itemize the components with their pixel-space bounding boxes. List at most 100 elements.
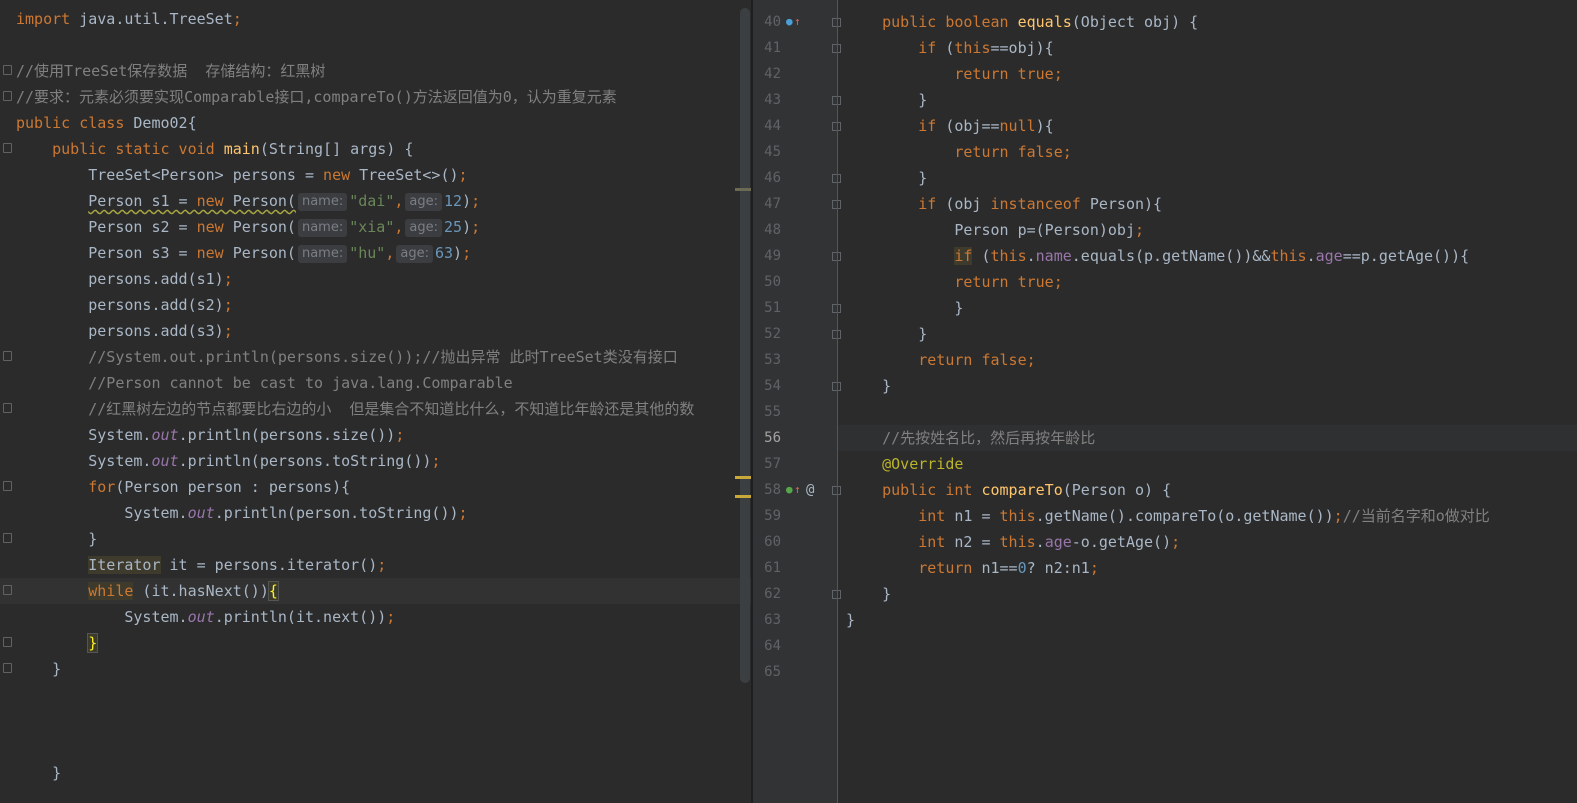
code-line[interactable] [753,633,1577,659]
code-line[interactable]: } [753,581,1577,607]
code-text: Person s3 = new Person(name: "hu", age: 63)… [16,240,471,266]
code-line[interactable]: } [753,373,1577,399]
code-line[interactable]: //Person cannot be cast to java.lang.Com… [0,370,752,396]
code-token: Person s3 = [16,244,197,262]
code-line[interactable] [753,399,1577,425]
code-line[interactable]: return n1==0? n2:n1; [753,555,1577,581]
code-line[interactable]: int n1 = this.getName().compareTo(o.getN… [753,503,1577,529]
code-line[interactable]: int n2 = this.age-o.getAge(); [753,529,1577,555]
code-line[interactable]: System.out.println(person.toString()); [0,500,752,526]
code-token: } [846,169,928,187]
code-line[interactable]: return false; [753,139,1577,165]
code-token: Iterator [88,556,161,574]
scrollbar-marker[interactable] [735,495,751,498]
code-line[interactable]: TreeSet<Person> persons = new TreeSet<>(… [0,162,752,188]
code-line[interactable]: persons.add(s2); [0,292,752,318]
code-line[interactable]: } [753,165,1577,191]
code-text: } [16,526,97,552]
code-line[interactable]: } [753,295,1577,321]
code-line[interactable] [0,708,752,734]
code-line[interactable]: //System.out.println(persons.size());//抛… [0,344,752,370]
code-token: (it.hasNext()) [133,582,269,600]
code-token: 12 [444,192,463,210]
fold-icon[interactable] [3,481,12,491]
fold-icon[interactable] [3,533,12,543]
code-line[interactable]: //要求：元素必须要实现Comparable接口,compareTo()方法返回… [0,84,752,110]
fold-icon[interactable] [3,585,12,595]
code-line[interactable]: if (obj==null){ [753,113,1577,139]
code-line[interactable]: public static void main(String[] args) { [0,136,752,162]
code-token: Person( [232,192,296,210]
code-line[interactable]: while (it.hasNext()){ [0,578,752,604]
code-line[interactable]: if (obj instanceof Person){ [753,191,1577,217]
code-line[interactable]: Person p=(Person)obj; [753,217,1577,243]
code-line[interactable]: Person s3 = new Person(name: "hu", age: 63)… [0,240,752,266]
code-line-partial [753,0,1577,9]
code-line[interactable]: System.out.println(persons.toString()); [0,448,752,474]
scrollbar-marker[interactable] [735,476,751,479]
code-line[interactable]: import java.util.TreeSet; [0,6,752,32]
code-line[interactable]: Person s1 = new Person(name: "dai", age: 12… [0,188,752,214]
code-line[interactable] [0,734,752,760]
code-line[interactable] [753,659,1577,685]
code-token: Person s2 = [16,218,197,236]
right-editor-pane[interactable]: 40 41 42 43 44 45 46 47 48 49 50 51 52 53 54 55 56 57 58 59… [753,0,1577,803]
code-line[interactable]: public class Demo02{ [0,110,752,136]
code-text: //使用TreeSet保存数据 存储结构：红黑树 [16,58,325,84]
code-text: if (this.name.equals(p.getName())&&this.… [846,243,1469,269]
code-line[interactable]: if (this.name.equals(p.getName())&&this.… [753,243,1577,269]
code-line[interactable]: Iterator it = persons.iterator(); [0,552,752,578]
code-token: (Person o) { [1062,481,1172,499]
code-line[interactable]: } [753,607,1577,633]
code-token: //Person cannot be cast to java.lang.Com… [88,374,513,392]
code-line[interactable]: } [753,87,1577,113]
scrollbar-warning-marker[interactable] [735,188,751,191]
code-line[interactable]: Person s2 = new Person(name: "xia", age: 25… [0,214,752,240]
code-token: "hu" [349,244,386,262]
code-line[interactable]: public int compareTo(Person o) { [753,477,1577,503]
fold-icon[interactable] [3,65,12,75]
code-line[interactable]: for(Person person : persons){ [0,474,752,500]
code-token: new [323,166,360,184]
code-token: //当前名字和o做对比 [1342,507,1490,525]
code-text: System.out.println(person.toString()); [16,500,467,526]
fold-icon[interactable] [3,403,12,413]
code-line[interactable]: //红黑树左边的节点都要比右边的小 但是集合不知道比什么，不知道比年龄还是其他的… [0,396,752,422]
code-line[interactable]: return true; [753,61,1577,87]
code-token: null [999,117,1036,135]
code-line[interactable]: //使用TreeSet保存数据 存储结构：红黑树 [0,58,752,84]
code-token: TreeSet<Person> persons = [16,166,324,184]
code-line[interactable]: @Override [753,451,1577,477]
code-line[interactable]: public boolean equals(Object obj) { [753,9,1577,35]
fold-icon[interactable] [3,351,12,361]
code-line[interactable]: System.out.println(persons.size()); [0,422,752,448]
left-vertical-scrollbar[interactable] [740,8,750,683]
code-line[interactable] [0,682,752,708]
code-token: Person s1 = [88,192,197,210]
code-line[interactable]: } [0,526,752,552]
code-line[interactable]: return true; [753,269,1577,295]
code-text: } [846,165,927,191]
code-line[interactable]: System.out.println(it.next()); [0,604,752,630]
code-line[interactable]: persons.add(s1); [0,266,752,292]
fold-icon[interactable] [3,91,12,101]
fold-icon[interactable] [3,663,12,673]
fold-icon[interactable] [3,143,12,153]
code-line[interactable]: return false; [753,347,1577,373]
code-line[interactable]: //先按姓名比，然后再按年龄比 [838,425,1577,451]
code-line[interactable]: } [0,760,752,786]
code-line[interactable]: persons.add(s3); [0,318,752,344]
code-line[interactable]: } [0,656,752,682]
fold-icon[interactable] [3,637,12,647]
code-line[interactable] [0,32,752,58]
code-text: } [846,295,963,321]
code-text: if (obj instanceof Person){ [846,191,1162,217]
code-token: persons.add(s3) [16,322,224,340]
left-editor-pane[interactable]: import java.util.TreeSet; //使用TreeSet保存数据… [0,0,752,803]
code-line[interactable]: if (this==obj){ [753,35,1577,61]
code-line[interactable]: } [753,321,1577,347]
code-line[interactable]: } [0,630,752,656]
